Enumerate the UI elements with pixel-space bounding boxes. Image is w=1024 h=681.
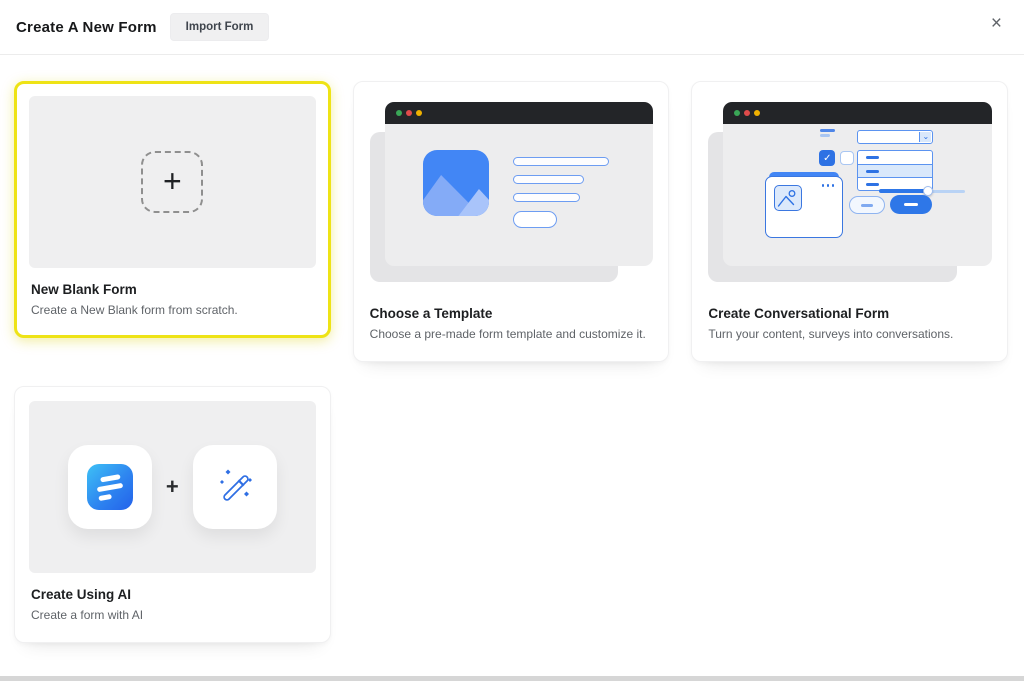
card-new-blank-form[interactable]: + New Blank Form Create a New Blank form… bbox=[14, 81, 331, 338]
text-line-bar bbox=[513, 175, 584, 184]
card-choose-template[interactable]: Choose a Template Choose a pre-made form… bbox=[353, 81, 670, 362]
option-row-selected bbox=[858, 164, 932, 177]
modal-header: Create A New Form Import Form × bbox=[0, 0, 1024, 55]
card-title: New Blank Form bbox=[31, 282, 314, 297]
button-pill-outline bbox=[849, 196, 885, 214]
page-title: Create A New Form bbox=[16, 19, 157, 36]
fluentforms-logo-tile bbox=[68, 445, 152, 529]
select-dropdown: ⌄ bbox=[857, 130, 933, 144]
image-window bbox=[765, 176, 843, 238]
create-form-modal: Create A New Form Import Form × + New Bl… bbox=[0, 0, 1024, 643]
text-line-bar bbox=[513, 157, 609, 166]
card-title: Choose a Template bbox=[370, 306, 653, 321]
text-lines-group bbox=[513, 150, 609, 228]
magic-wand-tile bbox=[193, 445, 277, 529]
text-line-bar bbox=[513, 193, 580, 202]
image-window-pane bbox=[765, 176, 843, 238]
plus-icon: + bbox=[166, 474, 179, 500]
card-description: Choose a pre-made form template and cust… bbox=[370, 327, 653, 341]
browser-titlebar bbox=[723, 102, 992, 124]
card-grid: + New Blank Form Create a New Blank form… bbox=[0, 55, 1024, 643]
card-description: Create a form with AI bbox=[31, 608, 314, 622]
card-title: Create Conversational Form bbox=[708, 306, 991, 321]
checkbox-checked-icon: ✓ bbox=[819, 150, 835, 166]
dot-green-icon bbox=[396, 110, 402, 116]
conversational-preview: ✓ ⌄ bbox=[706, 96, 993, 292]
dot-red-icon bbox=[406, 110, 412, 116]
dot-green-icon bbox=[734, 110, 740, 116]
card-conversational-form[interactable]: ✓ ⌄ bbox=[691, 81, 1008, 362]
card-title: Create Using AI bbox=[31, 587, 314, 602]
browser-body bbox=[385, 124, 654, 266]
button-pill bbox=[513, 211, 557, 228]
browser-titlebar bbox=[385, 102, 654, 124]
options-list bbox=[857, 150, 933, 191]
browser-mockup bbox=[385, 102, 654, 266]
dot-yellow-icon bbox=[754, 110, 760, 116]
ellipsis-icon bbox=[822, 184, 835, 187]
template-preview bbox=[368, 96, 655, 292]
card-description: Create a New Blank form from scratch. bbox=[31, 303, 314, 317]
image-placeholder-icon bbox=[774, 185, 802, 211]
browser-mockup: ✓ ⌄ bbox=[723, 102, 992, 266]
browser-body: ✓ ⌄ bbox=[723, 124, 992, 266]
import-form-button[interactable]: Import Form bbox=[170, 13, 270, 41]
chevron-down-icon: ⌄ bbox=[919, 132, 931, 142]
button-pill-filled bbox=[890, 195, 932, 214]
dot-yellow-icon bbox=[416, 110, 422, 116]
viewport-bottom-edge bbox=[0, 676, 1024, 681]
fluentforms-logo-icon bbox=[87, 464, 133, 510]
card-create-ai[interactable]: + Create Using A bbox=[14, 386, 331, 643]
text-lines-icon bbox=[820, 129, 835, 137]
magic-wand-icon bbox=[213, 463, 257, 512]
dashed-plus-box: + bbox=[141, 151, 203, 213]
option-row bbox=[858, 151, 932, 164]
ai-preview: + bbox=[29, 401, 316, 573]
image-icon bbox=[423, 150, 489, 216]
checkbox-unchecked-icon bbox=[840, 151, 854, 165]
blank-form-preview: + bbox=[29, 96, 316, 268]
dot-red-icon bbox=[744, 110, 750, 116]
plus-icon: + bbox=[163, 165, 182, 197]
close-icon[interactable]: × bbox=[987, 12, 1006, 35]
card-description: Turn your content, surveys into conversa… bbox=[708, 327, 991, 341]
